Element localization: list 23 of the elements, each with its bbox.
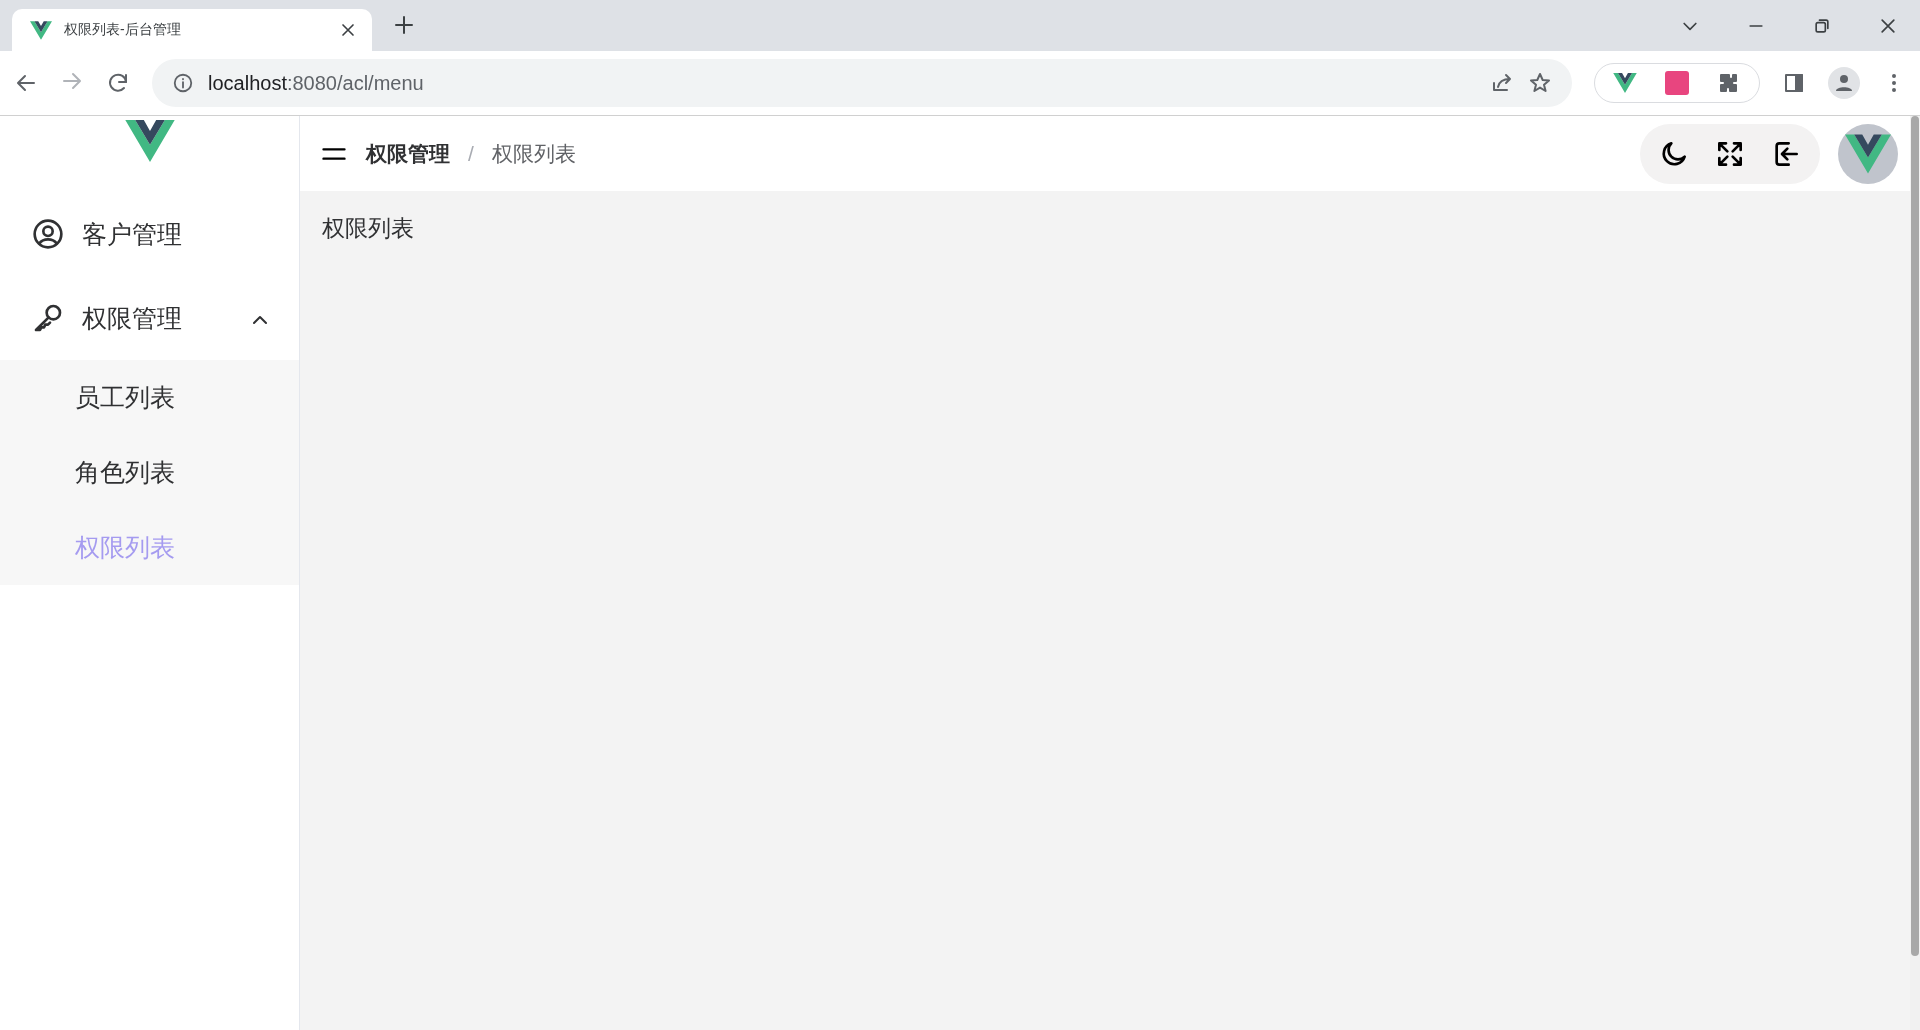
page-title: 权限列表	[322, 214, 415, 243]
side-panel-icon[interactable]	[1782, 71, 1806, 95]
submenu-item[interactable]: 角色列表	[0, 435, 299, 510]
reload-icon[interactable]	[106, 71, 130, 95]
sidebar-item[interactable]: 客户管理	[0, 192, 299, 276]
vue-logo-icon	[1613, 73, 1637, 93]
breadcrumb-separator: /	[468, 141, 474, 166]
plus-icon[interactable]	[392, 13, 416, 37]
profile-icon[interactable]	[1828, 67, 1860, 99]
scrollbar-thumb[interactable]	[1911, 116, 1919, 956]
info-icon	[172, 72, 194, 94]
breadcrumb-item[interactable]: 权限管理	[366, 139, 450, 168]
submenu-item[interactable]: 员工列表	[0, 360, 299, 435]
star-icon[interactable]	[1528, 71, 1552, 95]
key-icon	[32, 302, 64, 334]
vue-logo-icon	[30, 20, 52, 40]
user-icon	[32, 218, 64, 250]
address-bar[interactable]: localhost:8080/acl/menu	[152, 59, 1572, 107]
browser-tab[interactable]: 权限列表-后台管理	[12, 9, 372, 51]
vue-logo	[124, 120, 175, 162]
vue-logo-icon	[1845, 133, 1891, 174]
breadcrumb-item: 权限列表	[491, 140, 576, 167]
sidebar-item[interactable]: 权限管理	[0, 276, 299, 360]
